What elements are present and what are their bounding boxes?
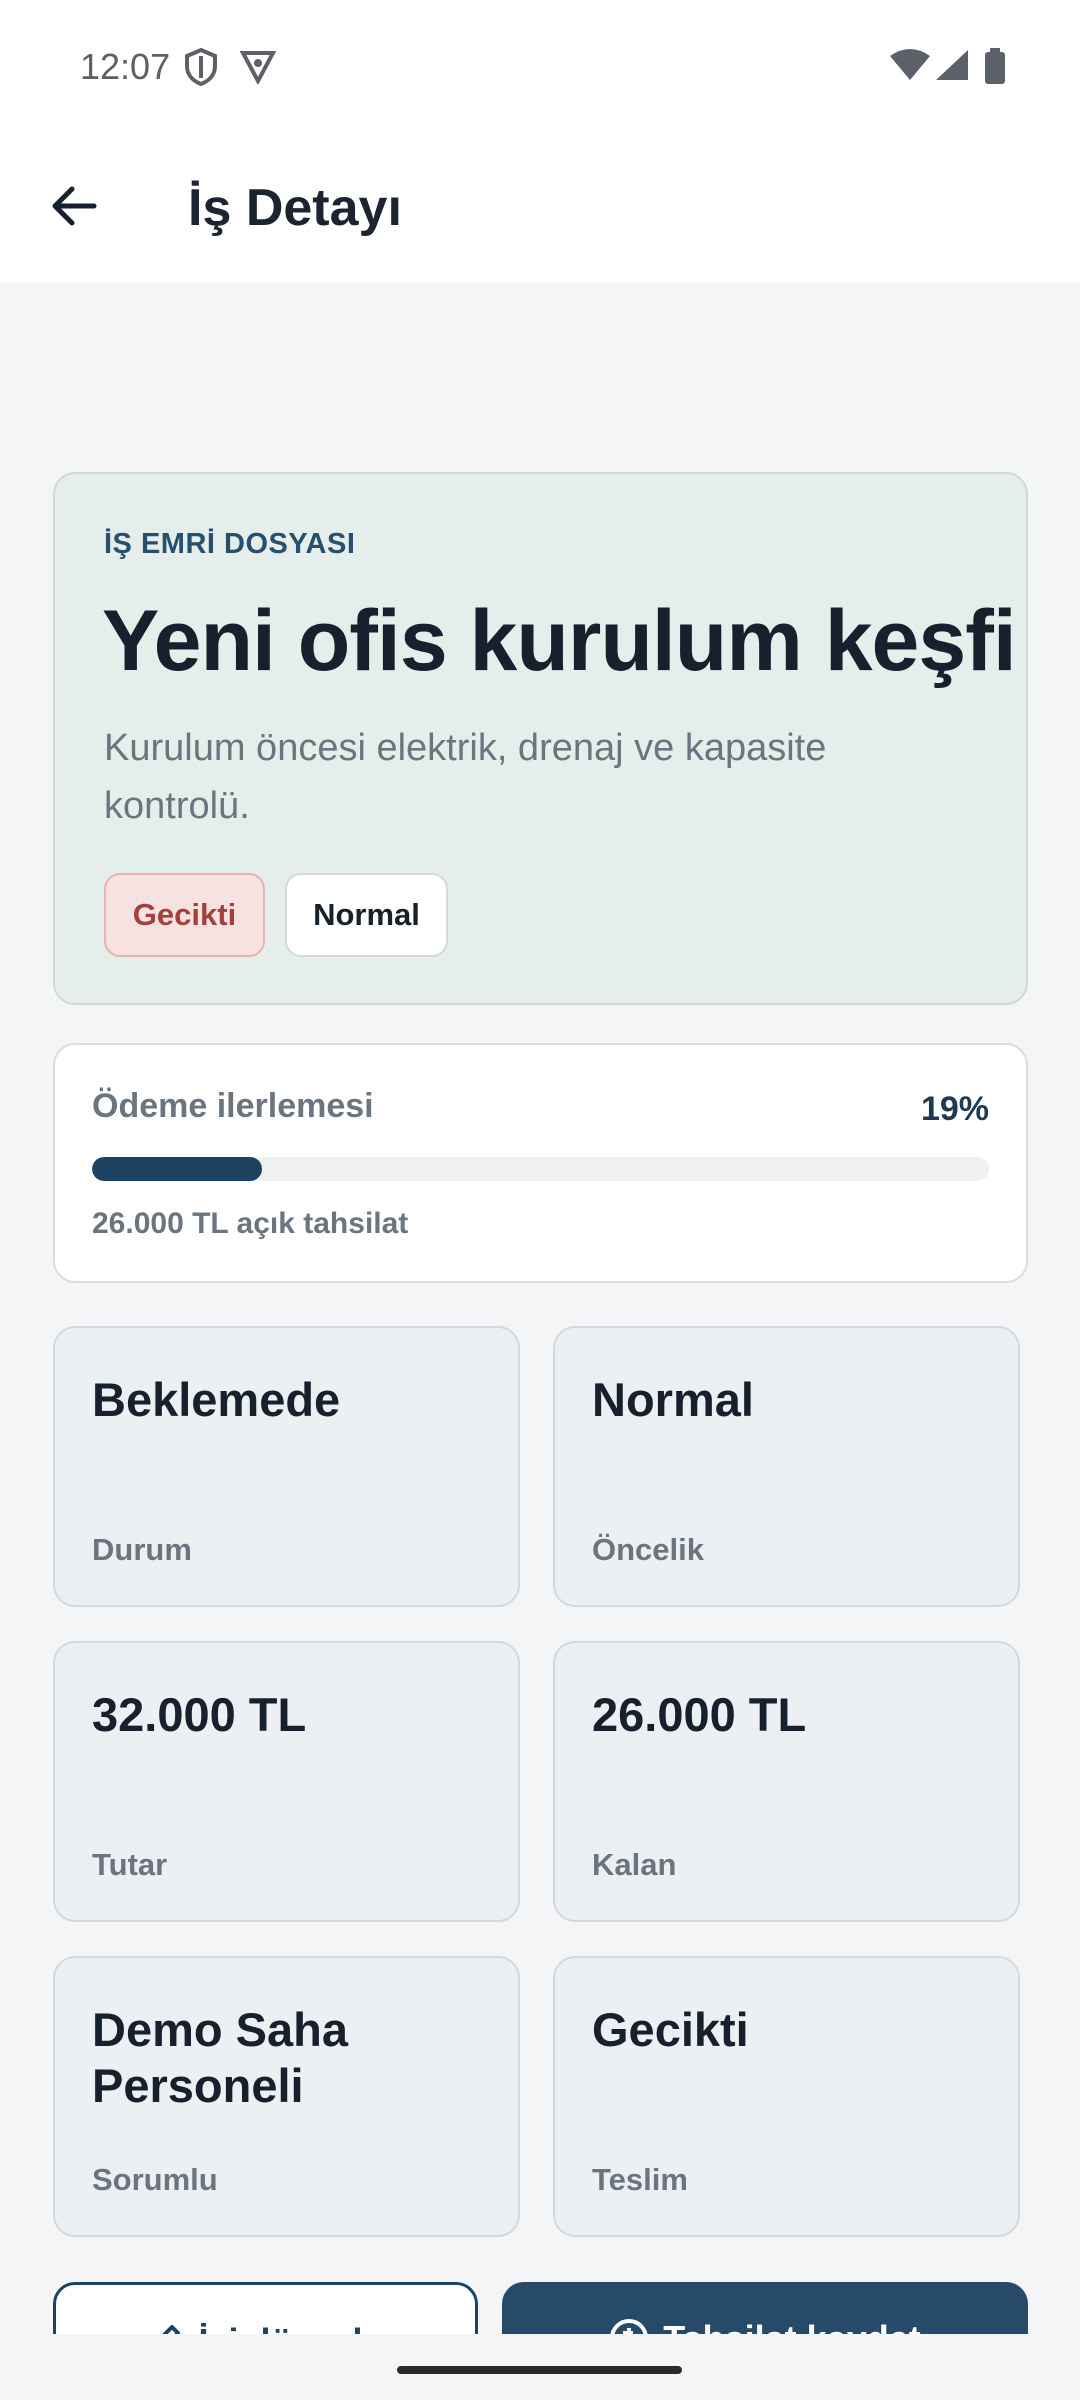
stat-value: Beklemede xyxy=(92,1373,341,1426)
stat-card-remaining: 26.000 TL Kalan xyxy=(553,1641,1020,1922)
stat-value: Gecikti xyxy=(592,2003,749,2056)
job-title: Yeni ofis kurulum keşfi xyxy=(102,593,1017,689)
stat-value: Normal xyxy=(592,1373,754,1426)
payment-progress-percent: 19% xyxy=(920,1090,989,1128)
payment-progress-fill xyxy=(92,1157,263,1181)
stat-label: Durum xyxy=(92,1532,192,1567)
stat-card-assignee: Demo Saha Personeli Sorumlu xyxy=(53,1956,520,2237)
priority-badge: Normal xyxy=(285,873,448,957)
signal-icon xyxy=(934,48,970,87)
stat-card-priority: Normal Öncelik xyxy=(553,1326,1020,1607)
wifi-icon xyxy=(888,48,932,87)
page-title: İş Detayı xyxy=(188,179,402,237)
shield-icon xyxy=(184,47,218,91)
stat-value: 26.000 TL xyxy=(592,1688,807,1741)
navigation-bar xyxy=(0,2334,1080,2400)
payment-progress-bar xyxy=(92,1157,989,1181)
gesture-handle[interactable] xyxy=(397,2366,682,2374)
battery-icon xyxy=(984,48,1006,89)
stat-label: Öncelik xyxy=(592,1532,704,1567)
open-collection-note: 26.000 TL açık tahsilat xyxy=(92,1207,409,1240)
stat-label: Teslim xyxy=(592,2162,688,2197)
status-time: 12:07 xyxy=(80,46,171,87)
arrow-left-icon xyxy=(44,186,104,240)
stat-value: Demo Saha Personeli xyxy=(92,2003,348,2112)
back-button[interactable] xyxy=(44,176,104,236)
job-summary-card: İŞ EMRİ DOSYASI Yeni ofis kurulum keşfi … xyxy=(53,472,1028,1005)
stat-label: Kalan xyxy=(592,1847,677,1882)
stat-value: 32.000 TL xyxy=(92,1688,307,1741)
status-badge-overdue: Gecikti xyxy=(104,873,265,957)
card-eyebrow: İŞ EMRİ DOSYASI xyxy=(104,528,356,560)
stat-label: Tutar xyxy=(92,1847,168,1882)
app-bar: İş Detayı xyxy=(0,130,1080,283)
status-bar: 12:07 xyxy=(0,0,1080,130)
stat-label: Sorumlu xyxy=(92,2162,218,2197)
stat-card-status: Beklemede Durum xyxy=(53,1326,520,1607)
stat-card-amount: 32.000 TL Tutar xyxy=(53,1641,520,1922)
payment-progress-card: Ödeme ilerlemesi 19% 26.000 TL açık tahs… xyxy=(53,1043,1028,1283)
job-description: Kurulum öncesi elektrik, drenaj ve kapas… xyxy=(104,727,827,827)
stat-card-delivery: Gecikti Teslim xyxy=(553,1956,1020,2237)
vpn-icon xyxy=(239,48,277,89)
payment-progress-label: Ödeme ilerlemesi xyxy=(92,1087,374,1125)
